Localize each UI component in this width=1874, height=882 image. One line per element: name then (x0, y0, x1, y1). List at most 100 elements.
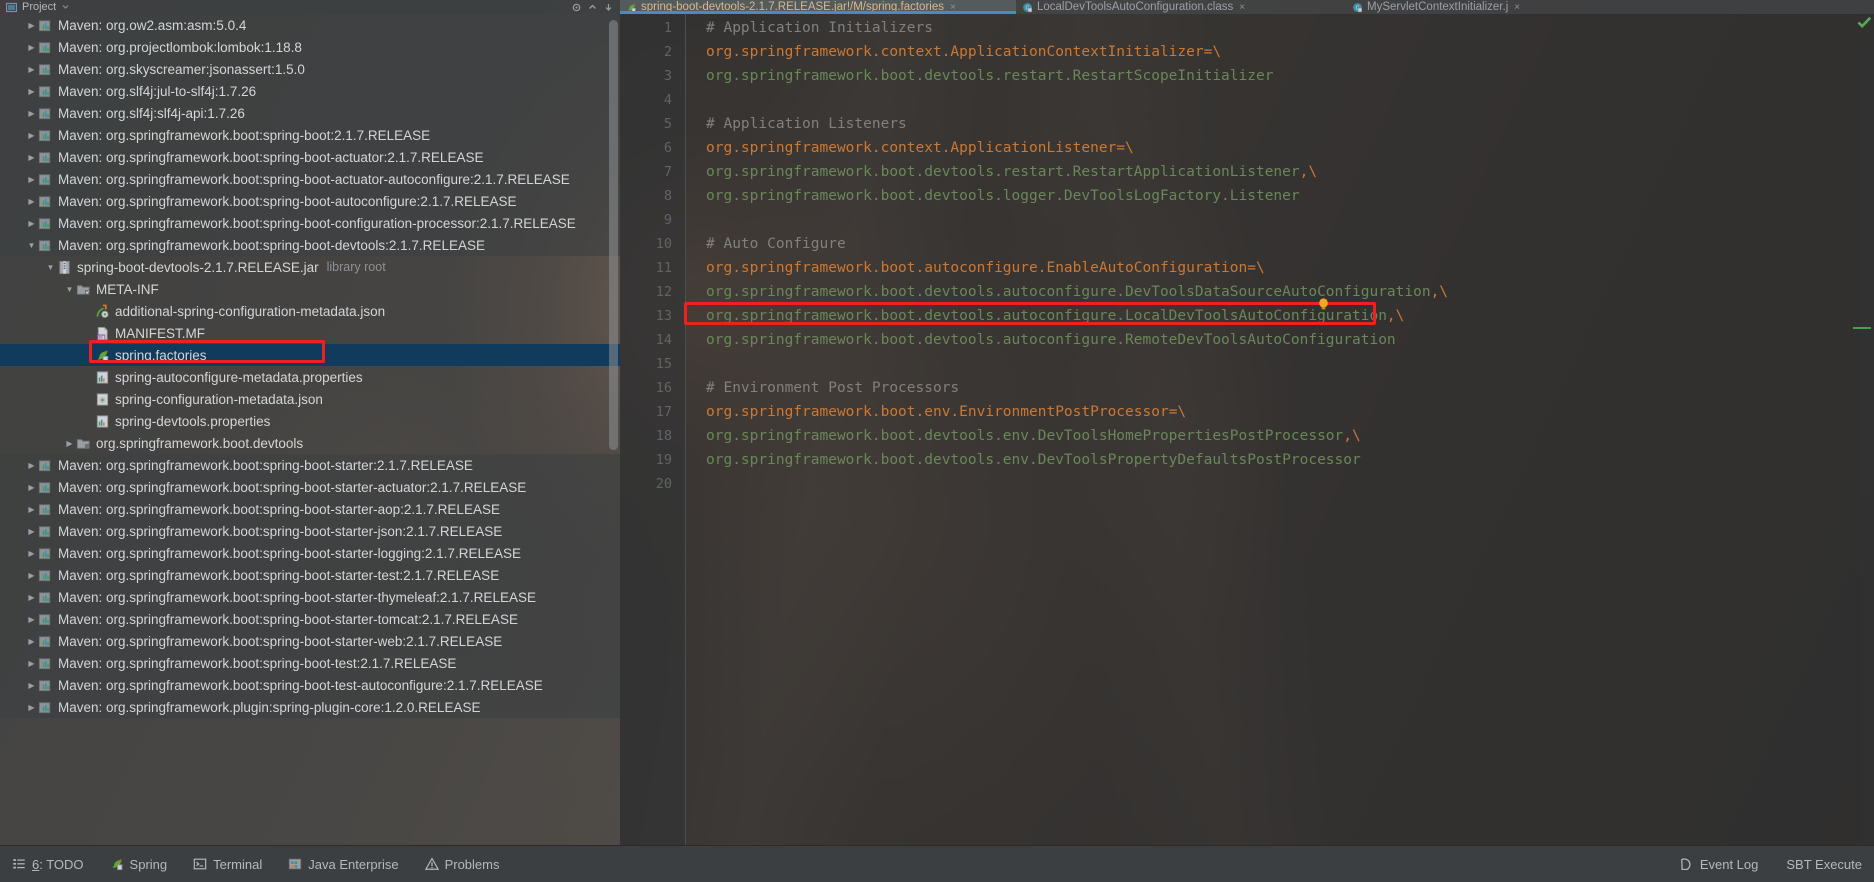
chevron-right-icon[interactable]: ▶ (25, 107, 38, 120)
chevron-right-icon[interactable]: ▶ (25, 525, 38, 538)
code-line[interactable]: 16 # Environment Post Processors (620, 376, 1874, 400)
chevron-right-icon[interactable]: ▶ (25, 85, 38, 98)
tree-row[interactable]: ▶ Maven: org.skyscreamer:jsonassert:1.5.0 (0, 58, 620, 80)
inspection-ok-check-icon[interactable] (1857, 16, 1872, 34)
chevron-right-icon[interactable]: ▶ (25, 569, 38, 582)
code-editor[interactable]: 1 # Application Initializers 2 org.springfr… (620, 14, 1874, 845)
code-line[interactable]: 1 # Application Initializers (620, 16, 1874, 40)
chevron-right-icon[interactable]: ▶ (25, 151, 38, 164)
tree-row[interactable]: ▶ Maven: org.springframework.boot:spring-… (0, 146, 620, 168)
code-line[interactable]: 2 org.springframework.context.Application… (620, 40, 1874, 64)
chevron-right-icon[interactable]: ▶ (25, 547, 38, 560)
tree-row[interactable]: ▶ Maven: org.springframework.boot:spring-… (0, 652, 620, 674)
chevron-right-icon[interactable]: ▶ (25, 635, 38, 648)
editor-tab[interactable]: C MyServletContextInitializer.j × (1346, 0, 1646, 14)
tree-row[interactable]: spring-devtools.properties (0, 410, 620, 432)
chevron-down-icon[interactable]: ▼ (44, 261, 57, 274)
status-bar-item[interactable]: Terminal (193, 857, 262, 872)
chevron-right-icon[interactable]: ▶ (25, 657, 38, 670)
tree-row[interactable]: spring-configuration-metadata.json (0, 388, 620, 410)
tree-row[interactable]: ▶ Maven: org.springframework.boot:spring-… (0, 630, 620, 652)
chevron-down-icon[interactable]: ▼ (63, 283, 76, 296)
chevron-right-icon[interactable]: ▶ (25, 195, 38, 208)
tree-row-selected[interactable]: spring.factories (0, 344, 620, 366)
chevron-right-icon[interactable]: ▶ (63, 437, 76, 450)
tree-row[interactable]: ▶ Maven: org.springframework.boot:spring-… (0, 674, 620, 696)
chevron-right-icon[interactable]: ▶ (25, 129, 38, 142)
tree-row[interactable]: ▶ Maven: org.springframework.boot:spring-… (0, 190, 620, 212)
tree-row[interactable]: ▶ Maven: org.slf4j:slf4j-api:1.7.26 (0, 102, 620, 124)
tree-row[interactable]: ▶ org.springframework.boot.devtools (0, 432, 620, 454)
tree-row[interactable]: additional-spring-configuration-metadata… (0, 300, 620, 322)
tree-row[interactable]: ▶ Maven: org.springframework.boot:spring-… (0, 168, 620, 190)
chevron-right-icon[interactable]: ▶ (25, 481, 38, 494)
tree-row[interactable]: ▶ Maven: org.slf4j:jul-to-slf4j:1.7.26 (0, 80, 620, 102)
tree-row[interactable]: MF MANIFEST.MF (0, 322, 620, 344)
chevron-down-icon[interactable] (61, 2, 72, 13)
tree-row[interactable]: ▶ Maven: org.springframework.boot:spring-… (0, 454, 620, 476)
tree-row[interactable]: ▶ Maven: org.springframework.boot:spring-… (0, 542, 620, 564)
project-tree-scrollbar[interactable] (609, 20, 618, 450)
editor-marker-gutter[interactable] (1857, 14, 1874, 845)
collapse-all-icon[interactable] (587, 2, 598, 13)
code-line[interactable]: 13 org.springframework.boot.devtools.auto… (620, 304, 1874, 328)
status-bar-item[interactable]: Event Log (1680, 857, 1758, 872)
chevron-right-icon[interactable]: ▶ (25, 613, 38, 626)
code-line[interactable]: 6 org.springframework.context.Application… (620, 136, 1874, 160)
editor-tab-active[interactable]: spring-boot-devtools-2.1.7.RELEASE.jar!/… (620, 0, 1016, 14)
code-line[interactable]: 20 (620, 472, 1874, 496)
code-line[interactable]: 12 org.springframework.boot.devtools.auto… (620, 280, 1874, 304)
editor-tab[interactable]: C LocalDevToolsAutoConfiguration.class × (1016, 0, 1346, 14)
chevron-right-icon[interactable]: ▶ (25, 701, 38, 714)
tree-row[interactable]: spring-autoconfigure-metadata.properties (0, 366, 620, 388)
status-bar-item[interactable]: SBT Execute (1786, 857, 1862, 872)
code-line[interactable]: 18 org.springframework.boot.devtools.env.… (620, 424, 1874, 448)
close-icon[interactable]: × (1239, 2, 1245, 13)
chevron-right-icon[interactable]: ▶ (25, 217, 38, 230)
code-line[interactable]: 5 # Application Listeners (620, 112, 1874, 136)
chevron-down-icon[interactable]: ▼ (25, 239, 38, 252)
chevron-right-icon[interactable]: ▶ (25, 41, 38, 54)
code-line[interactable]: 4 (620, 88, 1874, 112)
status-bar-item[interactable]: 6: TODO (12, 857, 84, 872)
hide-icon[interactable] (603, 2, 614, 13)
code-line[interactable]: 14 org.springframework.boot.devtools.auto… (620, 328, 1874, 352)
close-icon[interactable]: × (1514, 2, 1520, 13)
tree-row[interactable]: ▼ spring-boot-devtools-2.1.7.RELEASE.jar l… (0, 256, 620, 278)
tree-row[interactable]: ▼ META-INF (0, 278, 620, 300)
status-bar-item[interactable]: Java Enterprise (288, 857, 399, 872)
chevron-right-icon[interactable]: ▶ (25, 503, 38, 516)
chevron-right-icon[interactable]: ▶ (25, 679, 38, 692)
tree-row[interactable]: ▶ Maven: org.springframework.boot:spring-… (0, 124, 620, 146)
tree-row[interactable]: ▶ Maven: org.springframework.boot:spring-… (0, 564, 620, 586)
code-line[interactable]: 8 org.springframework.boot.devtools.logge… (620, 184, 1874, 208)
tree-row[interactable]: ▶ Maven: org.ow2.asm:asm:5.0.4 (0, 14, 620, 36)
chevron-right-icon[interactable]: ▶ (25, 63, 38, 76)
tree-row[interactable]: ▶ Maven: org.springframework.boot:spring-… (0, 476, 620, 498)
chevron-right-icon[interactable]: ▶ (25, 19, 38, 32)
code-line[interactable]: 3 org.springframework.boot.devtools.resta… (620, 64, 1874, 88)
chevron-right-icon[interactable]: ▶ (25, 459, 38, 472)
settings-icon[interactable] (571, 2, 582, 13)
code-line[interactable]: 15 (620, 352, 1874, 376)
editor-tab-strip[interactable]: spring-boot-devtools-2.1.7.RELEASE.jar!/… (620, 0, 1874, 14)
code-line[interactable]: 19 org.springframework.boot.devtools.env.… (620, 448, 1874, 472)
tree-row[interactable]: ▶ Maven: org.springframework.boot:spring-… (0, 212, 620, 234)
code-line[interactable]: 7 org.springframework.boot.devtools.resta… (620, 160, 1874, 184)
status-bar-item[interactable]: Problems (424, 857, 500, 872)
code-line[interactable]: 10 # Auto Configure (620, 232, 1874, 256)
code-line[interactable]: 11 org.springframework.boot.autoconfigure… (620, 256, 1874, 280)
tree-row[interactable]: ▶ Maven: org.projectlombok:lombok:1.18.8 (0, 36, 620, 58)
intention-bulb-icon[interactable] (1318, 297, 1329, 310)
tree-row[interactable]: ▶ Maven: org.springframework.boot:spring-… (0, 608, 620, 630)
tree-row[interactable]: ▼ Maven: org.springframework.boot:spring-… (0, 234, 620, 256)
project-tree[interactable]: ▶ Maven: org.ow2.asm:asm:5.0.4 ▶ Maven: org… (0, 14, 620, 845)
status-bar-item[interactable]: Spring (110, 857, 167, 872)
chevron-right-icon[interactable]: ▶ (25, 173, 38, 186)
chevron-right-icon[interactable]: ▶ (25, 591, 38, 604)
tree-row[interactable]: ▶ Maven: org.springframework.boot:spring-… (0, 586, 620, 608)
code-line[interactable]: 9 (620, 208, 1874, 232)
tree-row[interactable]: ▶ Maven: org.springframework.boot:spring-… (0, 498, 620, 520)
tree-row[interactable]: ▶ Maven: org.springframework.boot:spring-… (0, 520, 620, 542)
tree-row[interactable]: ▶ Maven: org.springframework.plugin:sprin… (0, 696, 620, 718)
